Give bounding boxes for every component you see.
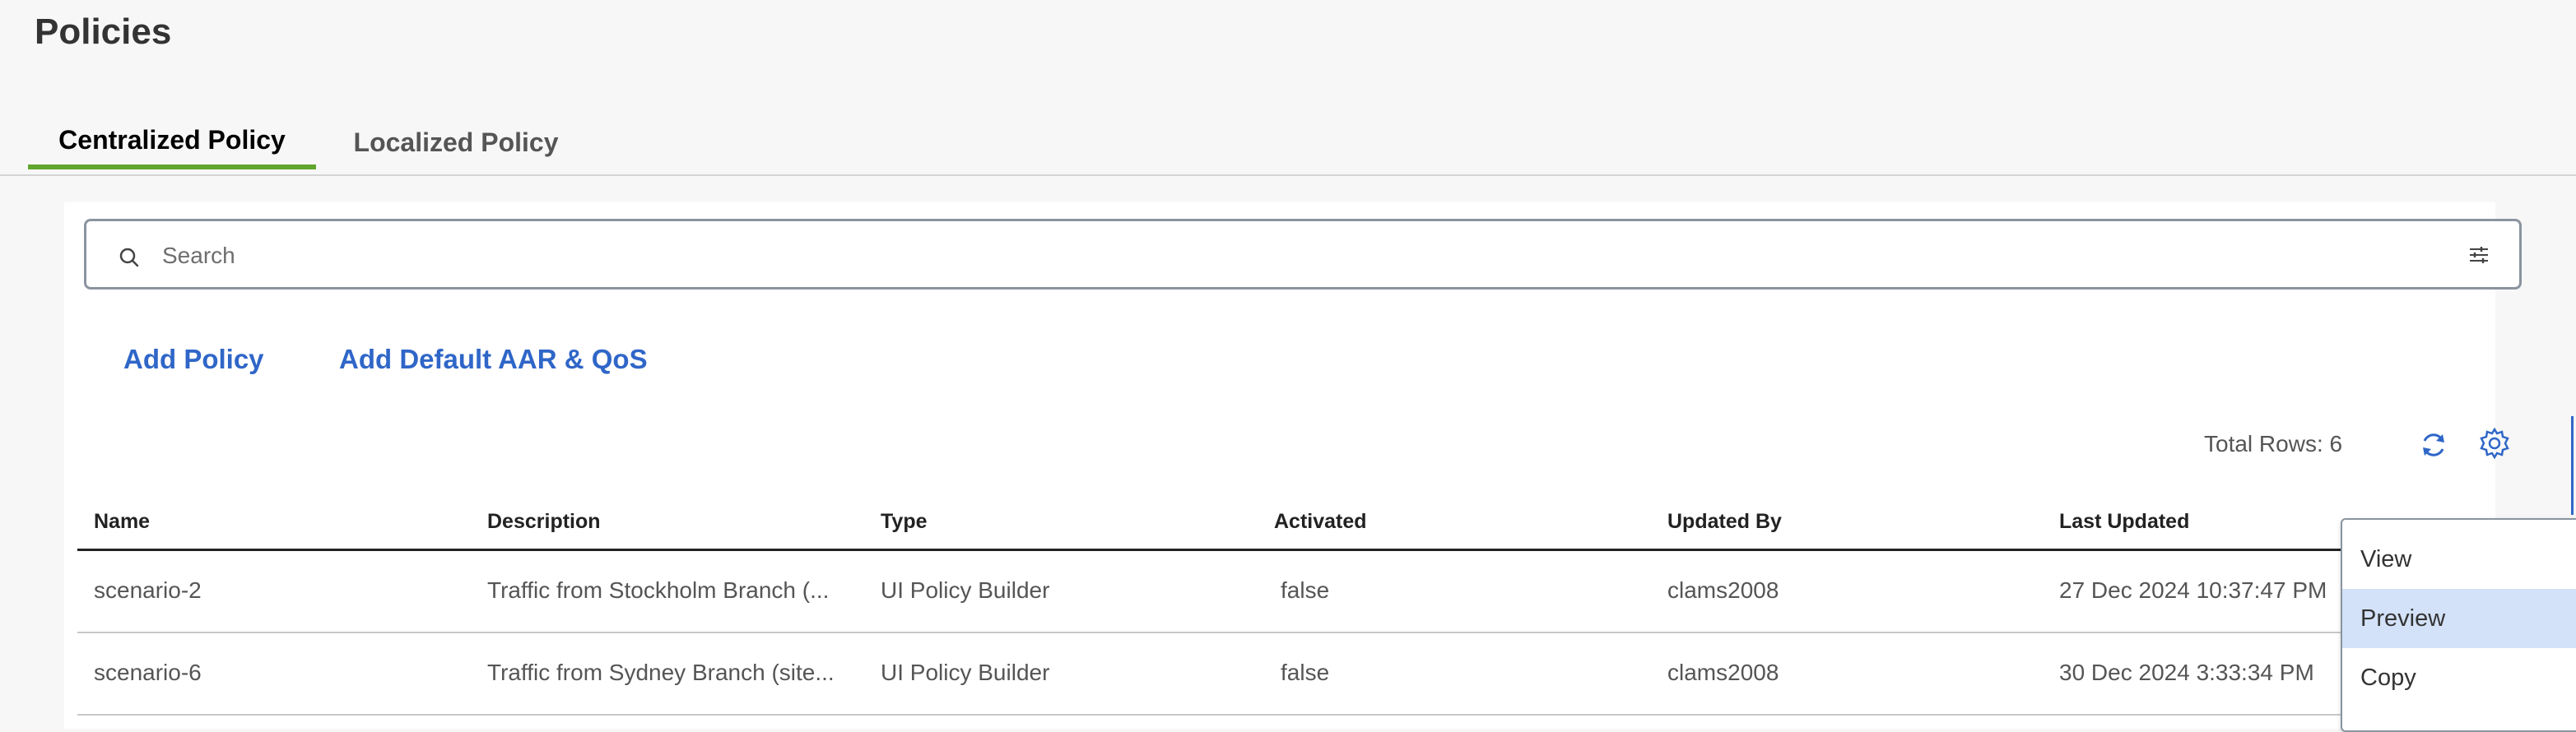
refresh-icon[interactable] xyxy=(2418,429,2449,461)
cell-name: scenario-6 xyxy=(94,660,202,685)
tab-bar: Centralized Policy Localized Policy xyxy=(0,107,2576,176)
cell-last-updated: 30 Dec 2024 3:33:34 PM xyxy=(2059,660,2314,685)
column-header-last-updated[interactable]: Last Updated xyxy=(2059,510,2189,534)
filter-sliders-icon[interactable] xyxy=(2467,243,2491,267)
cell-name: scenario-2 xyxy=(94,577,202,603)
cell-type: UI Policy Builder xyxy=(881,577,1050,603)
tab-localized-policy[interactable]: Localized Policy xyxy=(332,115,579,169)
column-header-updated-by[interactable]: Updated By xyxy=(1667,510,1782,534)
table-row[interactable]: scenario-2 Traffic from Stockholm Branch… xyxy=(77,551,2431,633)
table-header: Name Description Type Activated Updated … xyxy=(77,493,2431,551)
cell-activated: false xyxy=(1281,577,1330,603)
row-actions-menu: View Preview Copy xyxy=(2341,518,2576,732)
menu-item-view[interactable]: View xyxy=(2342,530,2576,589)
cell-description: Traffic from Stockholm Branch (... xyxy=(487,577,830,603)
cell-activated: false xyxy=(1281,660,1330,685)
page-title: Policies xyxy=(35,12,172,52)
search-icon xyxy=(119,248,139,267)
column-header-type[interactable]: Type xyxy=(881,510,928,534)
table-row[interactable]: scenario-6 Traffic from Sydney Branch (s… xyxy=(77,633,2431,716)
cell-last-updated: 27 Dec 2024 10:37:47 PM xyxy=(2059,577,2327,603)
add-default-aar-qos-button[interactable]: Add Default AAR & QoS xyxy=(339,344,648,375)
add-policy-button[interactable]: Add Policy xyxy=(123,344,264,375)
search-bar[interactable] xyxy=(84,219,2522,290)
column-header-description[interactable]: Description xyxy=(487,510,601,534)
cell-updated-by: clams2008 xyxy=(1667,577,1779,603)
column-header-name[interactable]: Name xyxy=(94,510,150,534)
search-input[interactable] xyxy=(162,238,2384,274)
total-rows-count: Total Rows: 6 xyxy=(2204,431,2343,456)
tab-centralized-policy[interactable]: Centralized Policy xyxy=(28,115,316,169)
cell-description: Traffic from Sydney Branch (site... xyxy=(487,660,835,685)
menu-item-copy[interactable]: Copy xyxy=(2342,648,2576,707)
scroll-edge-indicator xyxy=(2571,416,2574,515)
gear-icon[interactable] xyxy=(2477,426,2512,461)
cell-updated-by: clams2008 xyxy=(1667,660,1779,685)
menu-item-preview[interactable]: Preview xyxy=(2342,589,2576,648)
cell-type: UI Policy Builder xyxy=(881,660,1050,685)
column-header-activated[interactable]: Activated xyxy=(1274,510,1367,534)
